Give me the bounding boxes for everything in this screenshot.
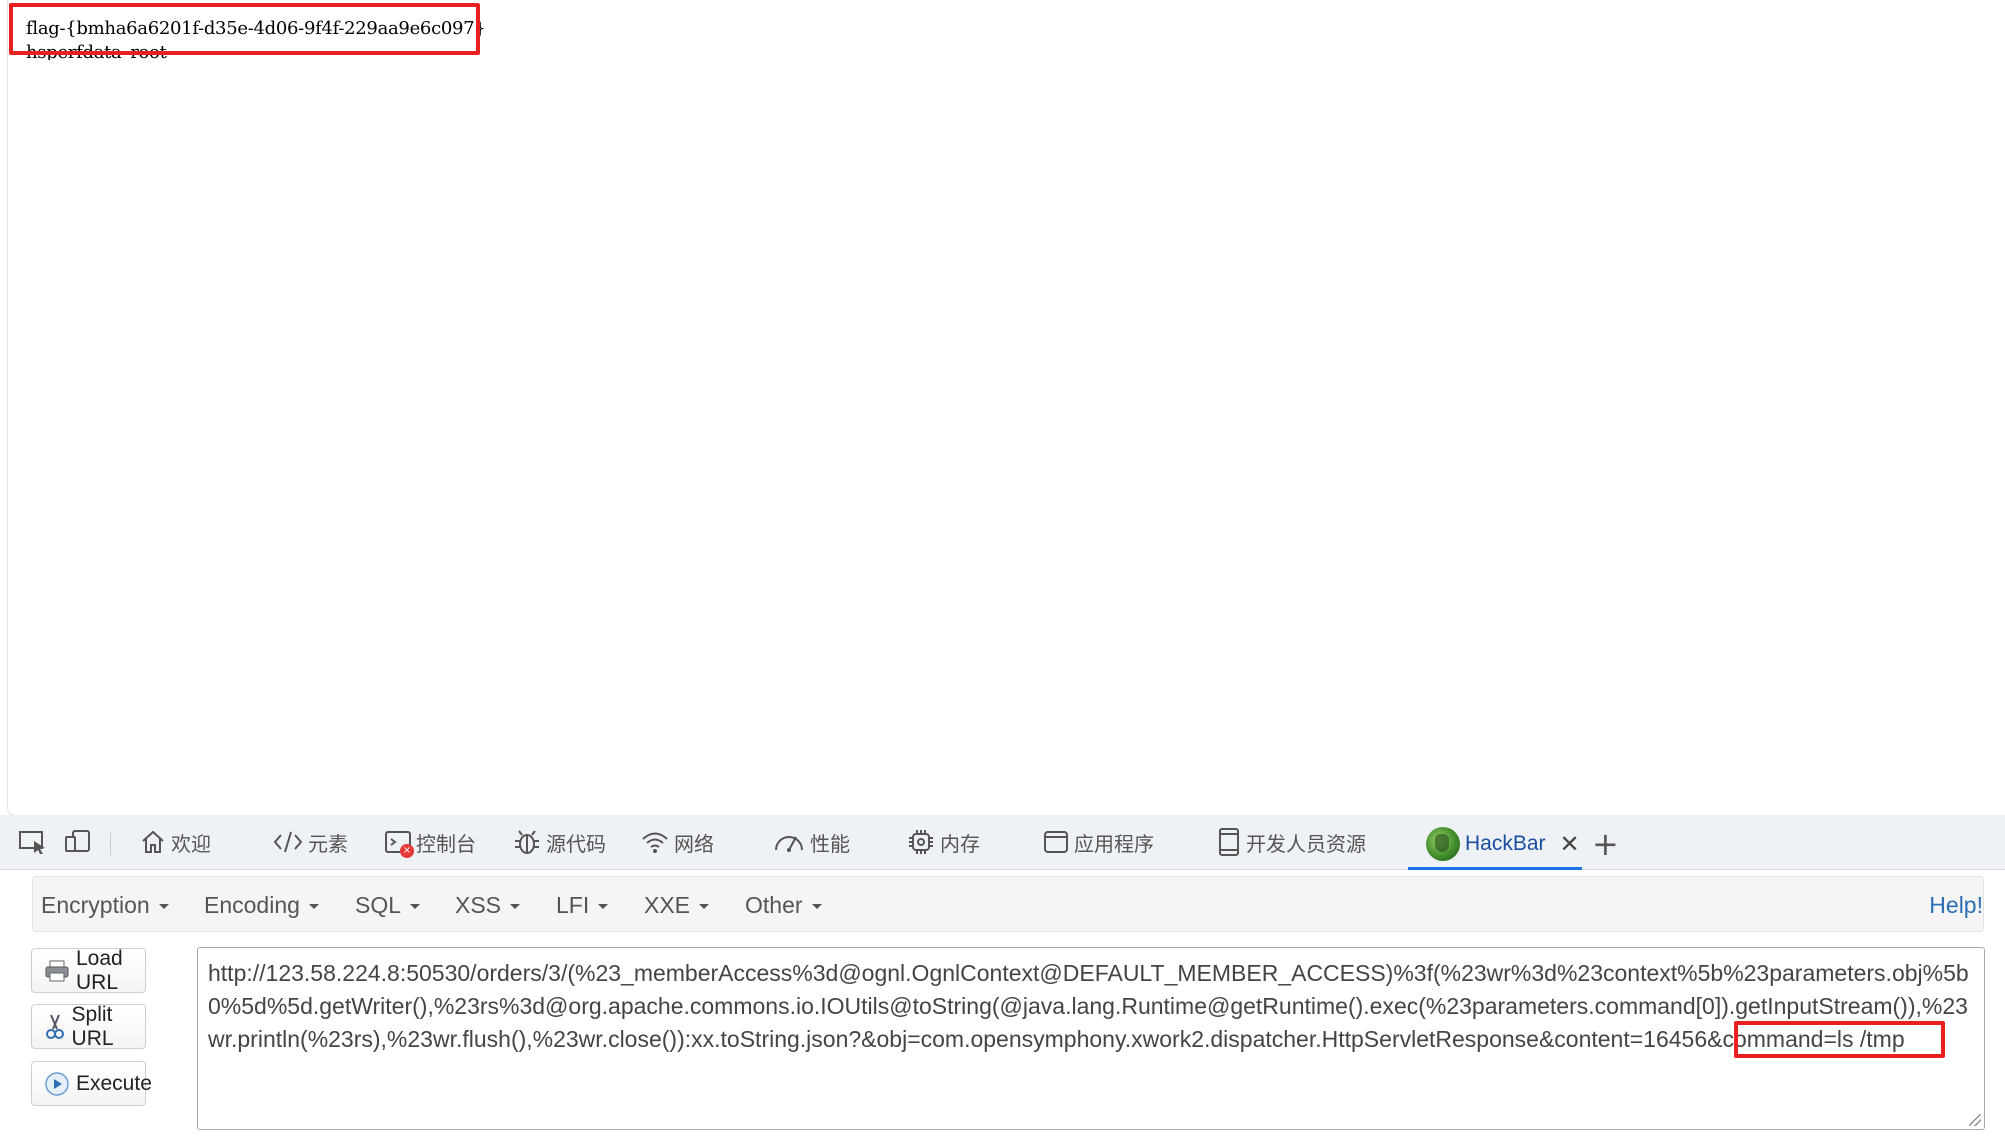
tab-memory[interactable]: 内存 xyxy=(906,825,980,859)
caret-down-icon xyxy=(158,904,169,910)
menu-lfi-label: LFI xyxy=(556,892,590,918)
tab-console[interactable]: × 控制台 xyxy=(384,825,476,859)
add-tab-icon[interactable]: + xyxy=(1592,827,1619,861)
inspect-element-icon[interactable] xyxy=(18,825,48,859)
play-icon xyxy=(44,1071,70,1097)
menu-xxe-label: XXE xyxy=(644,892,691,918)
error-badge-icon: × xyxy=(400,844,414,858)
tab-divider xyxy=(110,833,111,855)
tab-hackbar-label: HackBar xyxy=(1465,832,1546,855)
caret-down-icon xyxy=(811,904,822,910)
split-url-label: Split URL xyxy=(71,1002,114,1050)
tab-elements[interactable]: 元素 xyxy=(272,825,348,859)
tab-elements-label: 元素 xyxy=(308,831,348,856)
caret-down-icon xyxy=(308,904,319,910)
execute-button[interactable]: Execute xyxy=(31,1061,152,1106)
caret-down-icon xyxy=(510,904,521,910)
flag-output-line: flag-{bmha6a6201f-d35e-4d06-9f4f-229aa9e… xyxy=(26,18,486,39)
menu-xss[interactable]: XSS xyxy=(455,892,521,919)
menu-other-label: Other xyxy=(745,892,803,918)
caret-down-icon xyxy=(410,904,421,910)
tab-sources-label: 源代码 xyxy=(546,831,606,856)
menu-encoding-label: Encoding xyxy=(204,892,300,918)
help-link[interactable]: Help! xyxy=(1929,892,1983,919)
menu-other[interactable]: Other xyxy=(745,892,822,919)
tab-network[interactable]: 网络 xyxy=(640,825,714,859)
url-command-param: command=ls /tmp xyxy=(1722,1026,1905,1052)
page-content: flag-{bmha6a6201f-d35e-4d06-9f4f-229aa9e… xyxy=(7,0,2005,816)
caret-down-icon xyxy=(598,904,609,910)
hackbar-menu-bar: Encryption Encoding SQL XSS LFI XXE Othe… xyxy=(32,876,1984,932)
menu-encryption[interactable]: Encryption xyxy=(41,892,169,919)
menu-sql-label: SQL xyxy=(355,892,402,918)
directory-listing-line: hsperfdata_root xyxy=(26,42,167,60)
device-toolbar-icon[interactable] xyxy=(64,825,92,859)
execute-label: Execute xyxy=(76,1071,152,1095)
bug-icon xyxy=(515,830,539,854)
caret-down-icon xyxy=(699,904,710,910)
url-text: http://123.58.224.8:50530/orders/3/(%23_… xyxy=(208,960,1969,1052)
scissors-icon xyxy=(44,1014,66,1040)
tab-sources[interactable]: 源代码 xyxy=(512,825,606,859)
code-icon xyxy=(273,831,303,853)
tab-performance[interactable]: 性能 xyxy=(772,825,850,859)
devtools-tab-strip: 欢迎 元素 × 控制台 源代码 网络 性能 内存 应用程序 开发人员资源 Hac… xyxy=(0,815,2005,870)
printer-icon xyxy=(44,958,70,984)
chip-icon xyxy=(909,830,933,854)
wifi-icon xyxy=(642,832,668,853)
tab-developer-resources-label: 开发人员资源 xyxy=(1246,831,1366,856)
home-icon xyxy=(142,830,164,853)
tab-welcome-label: 欢迎 xyxy=(171,831,211,856)
tab-hackbar[interactable]: HackBar ✕ xyxy=(1408,821,1582,870)
menu-lfi[interactable]: LFI xyxy=(556,892,609,919)
device-icon xyxy=(1219,828,1239,856)
tab-application-label: 应用程序 xyxy=(1074,831,1154,856)
tab-memory-label: 内存 xyxy=(940,831,980,856)
tab-console-label: 控制台 xyxy=(416,831,476,856)
url-textarea[interactable]: http://123.58.224.8:50530/orders/3/(%23_… xyxy=(197,947,1985,1130)
menu-encoding[interactable]: Encoding xyxy=(204,892,319,919)
gauge-icon xyxy=(775,836,803,852)
menu-xss-label: XSS xyxy=(455,892,502,918)
menu-sql[interactable]: SQL xyxy=(355,892,421,919)
tab-performance-label: 性能 xyxy=(810,831,850,856)
window-icon xyxy=(1044,831,1068,853)
load-url-label: Load URL xyxy=(76,946,123,994)
menu-encryption-label: Encryption xyxy=(41,892,150,918)
tab-welcome[interactable]: 欢迎 xyxy=(139,825,211,859)
hackbar-logo-icon xyxy=(1426,827,1460,861)
split-url-button[interactable]: Split URL xyxy=(31,1002,146,1050)
resize-grip-icon[interactable] xyxy=(1969,1114,1981,1126)
tab-application[interactable]: 应用程序 xyxy=(1042,825,1154,859)
load-url-button[interactable]: Load URL xyxy=(31,946,146,994)
tab-network-label: 网络 xyxy=(674,831,714,856)
hackbar-panel: Encryption Encoding SQL XSS LFI XXE Othe… xyxy=(0,870,2005,1146)
menu-xxe[interactable]: XXE xyxy=(644,892,710,919)
tab-developer-resources[interactable]: 开发人员资源 xyxy=(1216,825,1366,859)
close-icon[interactable]: ✕ xyxy=(1560,830,1580,858)
